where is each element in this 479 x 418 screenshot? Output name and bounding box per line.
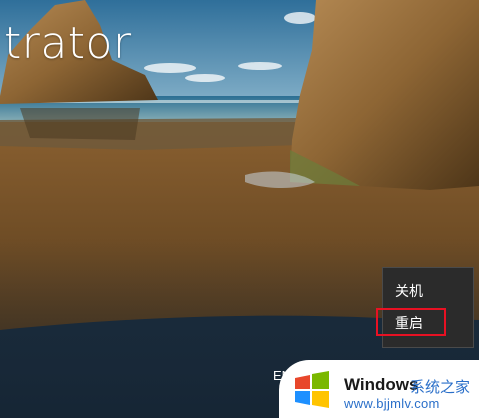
restart-menu-item[interactable]: 重启 <box>383 309 473 339</box>
watermark-url: www.bjjmlv.com <box>344 396 440 411</box>
watermark-site-name: 系统之家 <box>410 378 471 396</box>
watermark-brand: Windows <box>344 375 419 394</box>
windows-logo-icon <box>295 371 329 408</box>
shutdown-menu-item[interactable]: 关机 <box>383 277 473 307</box>
username-text: trator <box>4 18 132 69</box>
right-rock <box>290 0 479 190</box>
power-menu: 关机 重启 <box>382 267 474 348</box>
watermark-badge: Windows 系统之家 www.bjjmlv.com <box>279 360 479 418</box>
